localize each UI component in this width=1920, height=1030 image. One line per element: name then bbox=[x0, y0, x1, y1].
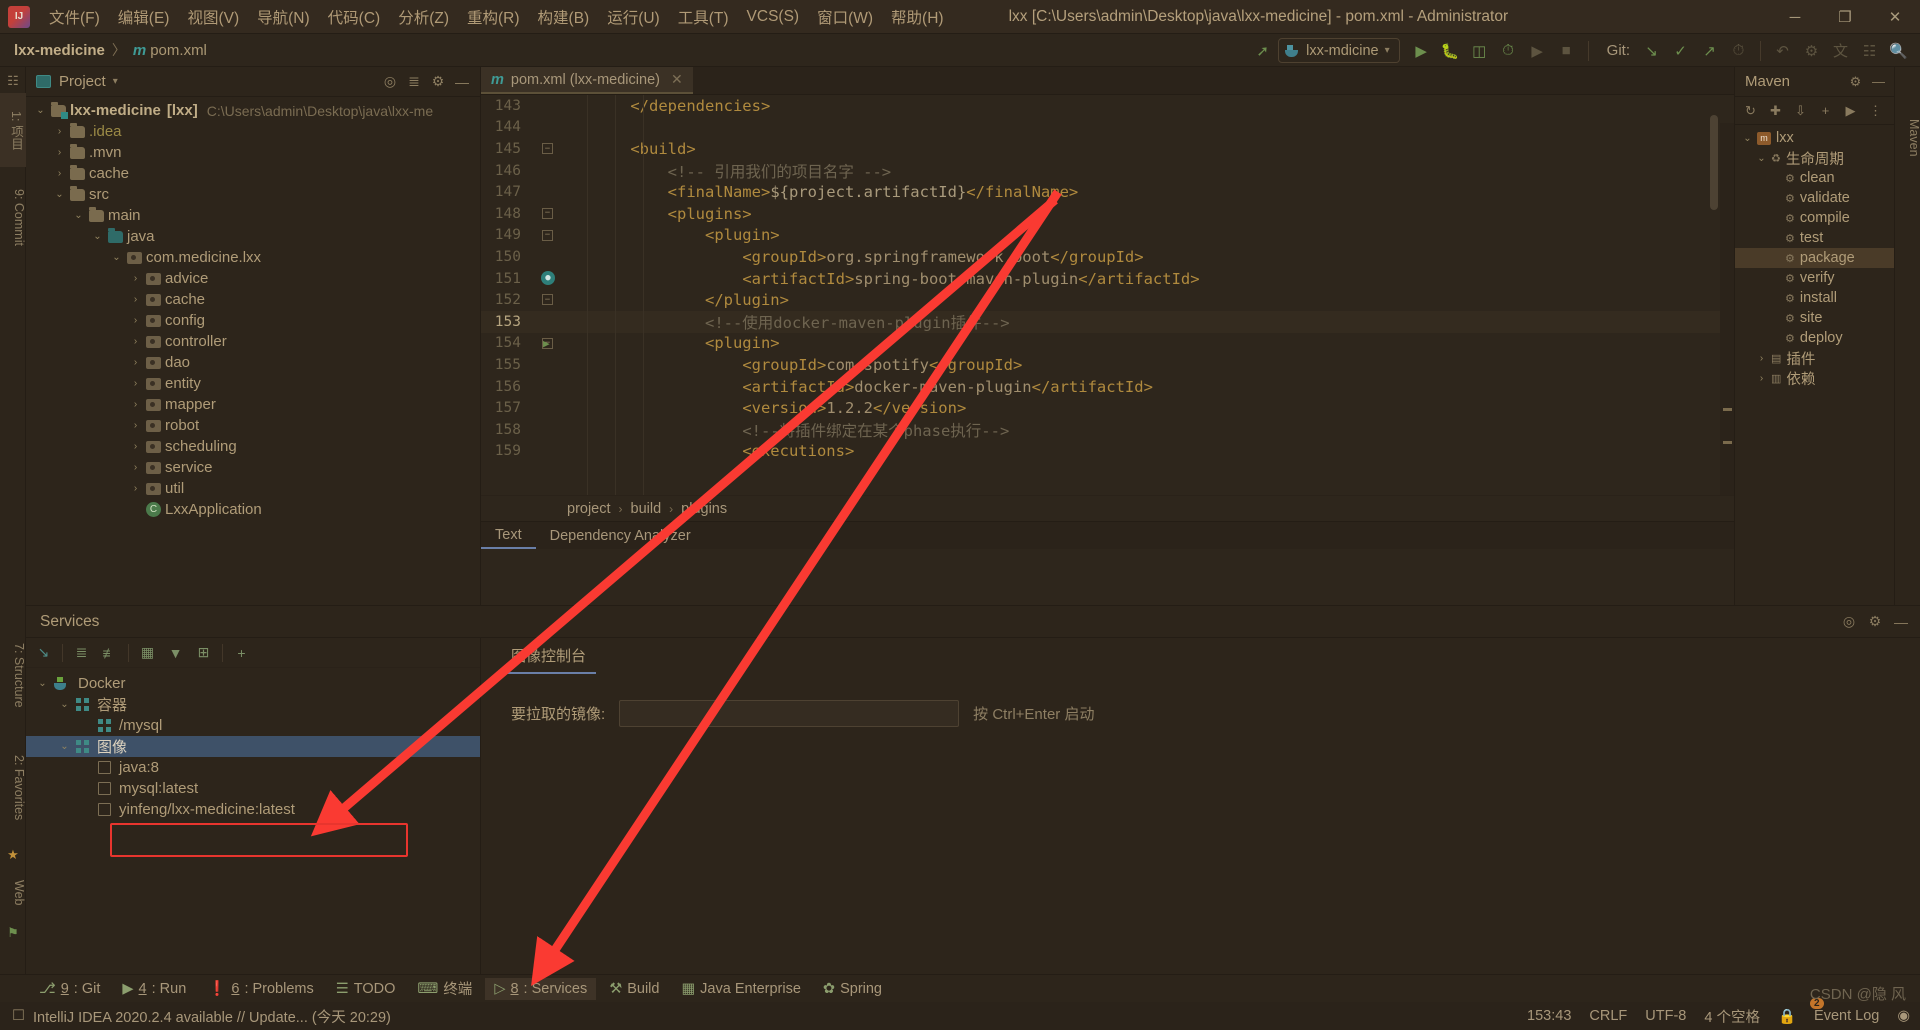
arrow-to-docker-image-list bbox=[310, 196, 1058, 837]
annotation-overlay bbox=[310, 189, 1062, 986]
highlight-yinfeng-image bbox=[110, 823, 408, 857]
arrow-to-services-tab bbox=[531, 189, 1062, 986]
intellij-idea-window: 文件(F)编辑(E)视图(V)导航(N)代码(C)分析(Z)重构(R)构建(B)… bbox=[0, 0, 1920, 1030]
